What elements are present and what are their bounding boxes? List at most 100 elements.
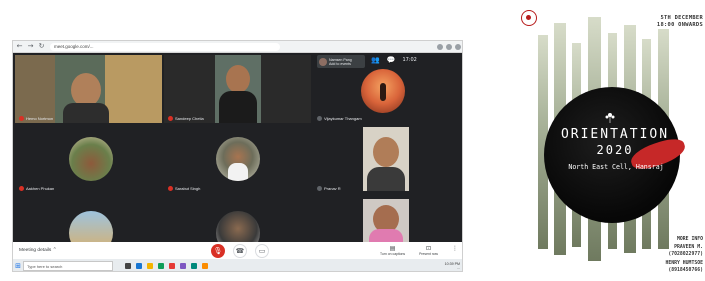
extension-icon[interactable] (437, 43, 443, 50)
event-date: 5TH DECEMBER (660, 15, 703, 21)
taskbar-apps (125, 263, 208, 269)
participant-shirt (219, 91, 257, 123)
meeting-controls-bar: Meeting details ⌃ 🎙 ☎ ▭ ▤ Turn on caption… (13, 242, 462, 259)
reload-icon[interactable]: ↻ (37, 42, 46, 51)
call-controls: 🎙 ☎ ▭ (211, 243, 269, 258)
participant-avatar (216, 211, 260, 242)
app-icon[interactable] (191, 263, 197, 269)
room-wall (15, 55, 55, 123)
leave-call-button[interactable]: ☎ (233, 243, 247, 258)
participant-tile[interactable] (15, 195, 162, 242)
participant-shirt (369, 229, 403, 242)
participant-name: Aakhen Phukan (26, 186, 55, 191)
app-icon[interactable] (180, 263, 186, 269)
participant-avatar (69, 137, 113, 181)
participant-tile[interactable]: Pranav R (313, 125, 462, 193)
society-logo (521, 10, 537, 26)
people-icon[interactable]: 👥 (371, 56, 380, 65)
participant-face (226, 65, 250, 93)
collage: ← → ↻ meet.google.com/... Hemo Nortmon S… (0, 0, 705, 281)
avatar (319, 57, 327, 66)
present-now-button[interactable]: ⊡ Present now (419, 245, 438, 256)
mic-off-icon (168, 116, 173, 121)
people-chip[interactable]: Namsen Pang Add to events (317, 55, 365, 68)
participant-face (71, 73, 101, 107)
orientation-poster: 5TH DECEMBER 18:00 ONWARDS ORIENTATION 2… (500, 3, 705, 279)
participant-name-row: Vijaykumar Thangam (317, 116, 362, 121)
participant-tile[interactable]: Sandeep Chetia (164, 55, 311, 123)
app-icon[interactable] (202, 263, 208, 269)
mic-toggle-button[interactable]: 🎙 (211, 243, 225, 258)
system-tray[interactable]: 10:39 PM... (445, 262, 460, 271)
back-icon[interactable]: ← (15, 42, 24, 51)
participant-shirt (228, 163, 248, 181)
participant-shirt (367, 167, 405, 191)
edge-icon[interactable] (136, 263, 142, 269)
poster-subtitle: North East Cell, Hansraj (568, 163, 664, 171)
more-options-button[interactable]: ⋮ (452, 245, 458, 256)
top-right-toolbar: 👥 💬 17:02 (371, 56, 417, 65)
participant-tile[interactable]: Hemo Nortmon (15, 55, 162, 123)
forward-icon[interactable]: → (26, 42, 35, 51)
participant-name: Vijaykumar Thangam (324, 116, 362, 121)
participant-name: Sandeep Chetia (175, 116, 204, 121)
profile-icon[interactable] (455, 43, 461, 50)
captions-icon: ▤ (389, 245, 396, 252)
taskbar-search[interactable]: Type here to search (23, 261, 113, 271)
participant-name-row: Sandeep Chetia (168, 116, 204, 121)
contact-name: PRAVEEN M. (674, 245, 703, 250)
meeting-clock: 17:02 (402, 57, 417, 63)
participant-avatar (361, 69, 405, 113)
start-icon[interactable]: ⊞ (13, 262, 23, 270)
mic-off-icon (168, 186, 173, 191)
tray-time: 10:39 PM (444, 261, 460, 266)
silhouette (380, 83, 386, 101)
contact-phone: (8918450766) (668, 268, 703, 273)
browser-extension-icons (437, 43, 461, 50)
windows-taskbar: ⊞ Type here to search 10:39 PM... (13, 259, 462, 271)
curtain (105, 55, 162, 123)
participant-tile[interactable] (313, 195, 462, 242)
address-bar[interactable]: meet.google.com/... (50, 42, 280, 51)
participant-tile[interactable]: Sarabut Singh (164, 125, 311, 193)
camera-toggle-button[interactable]: ▭ (255, 243, 269, 258)
meet-screenshot: ← → ↻ meet.google.com/... Hemo Nortmon S… (12, 40, 463, 272)
task-view-icon[interactable] (125, 263, 131, 269)
participant-name: Pranav R (324, 186, 341, 191)
browser-toolbar: ← → ↻ meet.google.com/... (13, 41, 462, 53)
more-vert-icon: ⋮ (452, 245, 458, 252)
participant-name: Hemo Nortmon (26, 116, 54, 121)
chrome-icon[interactable] (158, 263, 164, 269)
event-time: 18:00 ONWARDS (656, 22, 703, 28)
participant-name-row: Sarabut Singh (168, 186, 200, 191)
mic-icon (317, 116, 322, 121)
mic-off-icon (19, 186, 24, 191)
participant-name-row: Pranav R (317, 186, 341, 191)
extension-icon[interactable] (446, 43, 452, 50)
captions-button[interactable]: ▤ Turn on captions (380, 245, 405, 256)
chat-icon[interactable]: 💬 (387, 56, 396, 65)
participant-name: Sarabut Singh (175, 186, 201, 191)
participant-face (373, 137, 399, 167)
mic-icon (317, 186, 322, 191)
app-icon[interactable] (169, 263, 175, 269)
mic-off-icon (19, 116, 24, 121)
poster-year: 2020 (596, 143, 634, 157)
present-icon: ⊡ (426, 245, 432, 252)
participant-name-row: Aakhen Phukan (19, 186, 54, 191)
tray-date: ... (457, 266, 460, 270)
more-info-label: MORE INFO (677, 237, 703, 242)
poster-title: ORIENTATION (560, 127, 670, 142)
meeting-details-button[interactable]: Meeting details ⌃ (19, 248, 169, 253)
flower-icon (605, 113, 615, 123)
participant-avatar (69, 211, 113, 242)
people-chip-text: Namsen Pang Add to events (329, 57, 352, 66)
contact-name: HENRY HUMTSOE (665, 261, 703, 266)
participant-avatar (216, 137, 260, 181)
file-explorer-icon[interactable] (147, 263, 153, 269)
participant-shirt (63, 103, 109, 123)
right-controls: ▤ Turn on captions ⊡ Present now ⋮ (380, 245, 458, 256)
contact-phone: (7028022977) (668, 252, 703, 257)
participant-tile[interactable] (164, 195, 311, 242)
participant-tile[interactable]: Aakhen Phukan (15, 125, 162, 193)
